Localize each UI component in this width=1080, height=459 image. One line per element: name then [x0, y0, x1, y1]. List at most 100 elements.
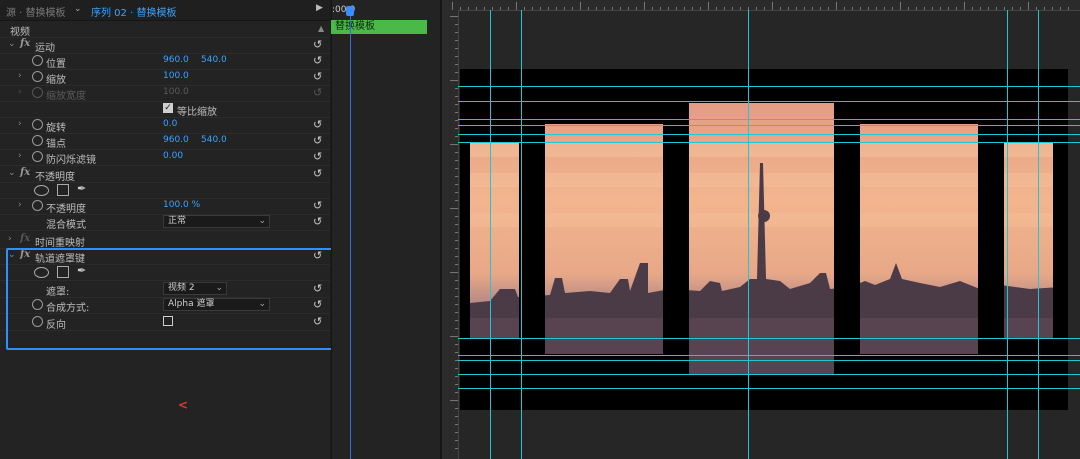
playhead-handle[interactable] [346, 6, 354, 16]
collapse-up-icon[interactable]: ▲ [318, 24, 324, 33]
ellipse-mask-icon[interactable] [34, 185, 49, 196]
scale-value[interactable]: 100.0 [163, 71, 189, 81]
blend-mode-dropdown[interactable]: 正常 ⌄ [163, 215, 270, 228]
rectangle-mask-icon[interactable] [57, 184, 69, 196]
source-tab[interactable]: 源 · 替换模板 [6, 4, 66, 19]
expand-chevron-icon[interactable]: ⌄ [8, 39, 16, 49]
expand-chevron-icon[interactable]: › [18, 200, 22, 210]
time-remap-row[interactable]: › fx 时间重映射 [0, 232, 330, 249]
image-panel-1 [470, 142, 519, 338]
anti-flicker-row: › 防闪烁滤镜 0.00 ↺ [0, 149, 330, 166]
ruler-tick [1052, 7, 1053, 10]
stopwatch-icon[interactable] [32, 135, 43, 146]
ruler-tick [455, 296, 458, 297]
reset-icon[interactable]: ↺ [313, 134, 322, 147]
uniform-scale-checkbox[interactable]: ✓ [163, 103, 173, 113]
stopwatch-icon[interactable] [32, 71, 43, 82]
horizontal-guide[interactable] [458, 134, 1080, 135]
horizontal-guide[interactable] [458, 119, 1080, 120]
anti-flicker-value[interactable]: 0.00 [163, 151, 183, 161]
fx-icon[interactable]: fx [20, 38, 30, 49]
anchor-y-value[interactable]: 540.0 [201, 135, 227, 145]
ruler-tick [596, 7, 597, 10]
scale-width-row: › 缩放宽度 100.0 ↺ [0, 85, 330, 102]
expand-chevron-icon[interactable]: › [8, 234, 12, 244]
reset-icon[interactable]: ↺ [313, 70, 322, 83]
rotation-value[interactable]: 0.0 [163, 119, 177, 129]
horizontal-guide[interactable] [458, 101, 1080, 102]
ruler-tick [455, 320, 458, 321]
reset-icon[interactable]: ↺ [313, 38, 322, 51]
ruler-tick [868, 7, 869, 10]
ruler-tick [564, 7, 565, 10]
expand-chevron-icon[interactable]: › [18, 71, 22, 81]
fx-icon[interactable]: fx [20, 167, 30, 178]
horizontal-guide[interactable] [458, 142, 1080, 143]
reset-icon[interactable]: ↺ [313, 167, 322, 180]
ruler-left[interactable] [442, 10, 459, 459]
vertical-guide[interactable] [1007, 10, 1008, 459]
vertical-guide[interactable] [521, 10, 522, 459]
effect-timeline[interactable] [331, 0, 440, 459]
expand-chevron-icon[interactable]: › [18, 119, 22, 129]
ruler-tick [455, 328, 458, 329]
reset-icon[interactable]: ↺ [313, 199, 322, 212]
vertical-guide[interactable] [490, 10, 491, 459]
horizontal-guide[interactable] [458, 360, 1080, 361]
ruler-tick [455, 112, 458, 113]
horizontal-guide[interactable] [458, 125, 1080, 126]
clip-bar[interactable]: 替换模板 [331, 20, 427, 34]
vertical-guide[interactable] [748, 10, 749, 459]
ruler-tick [892, 7, 893, 10]
ruler-tick [455, 56, 458, 57]
play-arrow-icon[interactable]: ▶ [316, 3, 323, 13]
ruler-tick [455, 128, 458, 129]
ruler-tick [732, 7, 733, 10]
expand-chevron-icon[interactable]: ⌄ [8, 168, 16, 178]
chevron-down-icon[interactable]: ⌄ [74, 4, 82, 14]
position-x-value[interactable]: 960.0 [163, 55, 189, 65]
expand-chevron-icon[interactable]: › [18, 151, 22, 161]
scale-width-value: 100.0 [163, 87, 189, 97]
opacity-effect-row[interactable]: ⌄ fx 不透明度 ↺ [0, 166, 330, 183]
ruler-top[interactable] [442, 0, 1080, 11]
pen-mask-icon[interactable]: ✒ [77, 182, 86, 195]
ruler-tick [540, 7, 541, 10]
horizontal-guide[interactable] [458, 355, 1080, 356]
uniform-scale-row: ✓ 等比缩放 [0, 101, 330, 118]
anchor-x-value[interactable]: 960.0 [163, 135, 189, 145]
rotation-row: › 旋转 0.0 ↺ [0, 117, 330, 134]
reset-icon[interactable]: ↺ [313, 54, 322, 67]
fx-icon: fx [20, 233, 31, 244]
ruler-tick [636, 7, 637, 10]
reset-icon[interactable]: ↺ [313, 118, 322, 131]
ruler-tick [455, 152, 458, 153]
ruler-tick [1036, 7, 1037, 10]
horizontal-guide[interactable] [458, 86, 1080, 87]
image-panel-3 [689, 103, 834, 375]
sequence-tab[interactable]: 序列 02 · 替换模板 [91, 4, 176, 19]
ruler-tick [455, 136, 458, 137]
motion-effect-row[interactable]: ⌄ fx 运动 ↺ [0, 37, 330, 54]
ruler-tick [455, 416, 458, 417]
stopwatch-icon[interactable] [32, 119, 43, 130]
opacity-value[interactable]: 100.0 % [163, 200, 200, 210]
ruler-tick [455, 392, 458, 393]
horizontal-guide[interactable] [458, 338, 1080, 339]
position-y-value[interactable]: 540.0 [201, 55, 227, 65]
vertical-guide[interactable] [1038, 10, 1039, 459]
ruler-tick [956, 7, 957, 10]
ruler-tick [780, 7, 781, 10]
reset-icon[interactable]: ↺ [313, 150, 322, 163]
stopwatch-icon[interactable] [32, 55, 43, 66]
ruler-tick [916, 7, 917, 10]
ruler-tick [740, 7, 741, 10]
stopwatch-icon[interactable] [32, 200, 43, 211]
ruler-tick [455, 96, 458, 97]
reset-icon[interactable]: ↺ [313, 215, 322, 228]
horizontal-guide[interactable] [458, 388, 1080, 389]
horizontal-guide[interactable] [458, 374, 1080, 375]
ruler-tick [452, 2, 453, 10]
stopwatch-icon[interactable] [32, 151, 43, 162]
ruler-tick [572, 7, 573, 10]
